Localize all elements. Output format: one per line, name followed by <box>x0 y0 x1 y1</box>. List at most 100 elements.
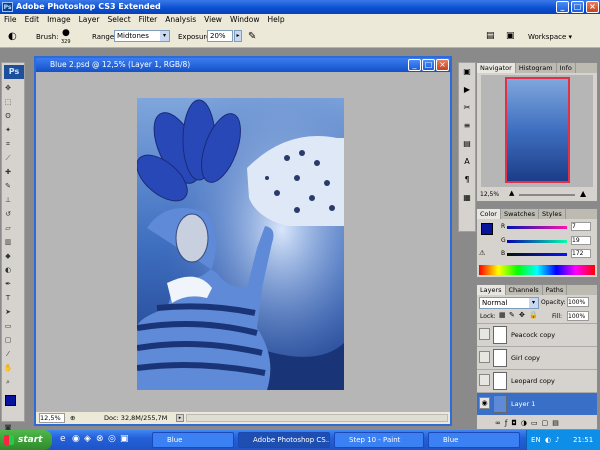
color-foreground-swatch[interactable] <box>481 223 493 235</box>
shape-tool-icon[interactable]: ▭ <box>3 321 13 331</box>
tray-icon[interactable]: ◐ <box>545 430 551 450</box>
red-value[interactable]: 7 <box>571 222 591 231</box>
camera-icon[interactable]: ▣ <box>506 31 515 41</box>
menu-layer[interactable]: Layer <box>75 14 104 26</box>
zoom-level-field[interactable]: 12,5% <box>39 413 65 423</box>
menu-analysis[interactable]: Analysis <box>161 14 200 26</box>
lock-pixels-icon[interactable]: ✎ <box>509 311 515 319</box>
quicklaunch-icon[interactable]: ◉ <box>72 434 80 444</box>
quicklaunch-icon[interactable]: ⊗ <box>96 434 104 444</box>
adjustment-layer-icon[interactable]: ◑ <box>521 419 531 427</box>
taskbar-task-button[interactable]: Adobe Photoshop CS... <box>238 432 330 448</box>
navigator-preview[interactable] <box>481 75 593 187</box>
gradient-tool-icon[interactable]: ▥ <box>3 237 13 247</box>
navigator-zoom-field[interactable]: 12,5% <box>480 191 499 198</box>
dodge-tool-icon[interactable]: ◐ <box>3 265 13 275</box>
blue-slider[interactable] <box>507 253 567 256</box>
brushes-icon[interactable]: ≡ <box>459 117 475 135</box>
layer-comps-icon[interactable]: ▦ <box>459 189 475 207</box>
workspace-menu[interactable]: Workspace ▾ <box>528 33 572 41</box>
layer-visibility-toggle[interactable] <box>479 328 490 340</box>
clone-source-icon[interactable]: ▤ <box>459 135 475 153</box>
menu-filter[interactable]: Filter <box>135 14 162 26</box>
tab-histogram[interactable]: Histogram <box>516 63 557 73</box>
artwork-image[interactable] <box>137 98 344 390</box>
layer-visibility-toggle[interactable] <box>479 351 490 363</box>
menu-select[interactable]: Select <box>104 14 135 26</box>
green-value[interactable]: 19 <box>571 236 591 245</box>
zoom-out-icon[interactable]: ▲ <box>509 189 514 197</box>
menu-window[interactable]: Window <box>226 14 264 26</box>
tab-swatches[interactable]: Swatches <box>501 209 540 219</box>
menu-help[interactable]: Help <box>264 14 289 26</box>
close-button[interactable]: × <box>586 1 599 13</box>
menu-view[interactable]: View <box>200 14 226 26</box>
quicklaunch-icon[interactable]: ◎ <box>108 434 116 444</box>
layer-visibility-toggle[interactable]: ◉ <box>479 397 490 409</box>
zoom-in-icon[interactable]: ▲ <box>580 189 586 198</box>
quicklaunch-icon[interactable]: ▣ <box>120 434 129 444</box>
layer-mask-icon[interactable]: ◘ <box>511 419 521 427</box>
tab-info[interactable]: Info <box>557 63 576 73</box>
healing-brush-icon[interactable]: ✚ <box>3 167 13 177</box>
maximize-button[interactable]: □ <box>571 1 584 13</box>
zoom-tool-icon[interactable]: ⌕ <box>3 377 13 387</box>
tab-layers[interactable]: Layers <box>477 285 506 295</box>
warning-icon[interactable]: ⚠ <box>479 249 485 257</box>
paragraph-icon[interactable]: ¶ <box>459 171 475 189</box>
pen-tool-icon[interactable]: ✒ <box>3 279 13 289</box>
airbrush-icon[interactable]: ✎ <box>248 31 256 42</box>
lock-all-icon[interactable]: 🔒 <box>529 311 538 319</box>
layer-row[interactable]: Girl copy <box>477 346 597 369</box>
brush-tool-icon[interactable]: ✎ <box>3 181 13 191</box>
taskbar-task-button[interactable]: Step 10 - Paint <box>334 432 424 448</box>
history-brush-icon[interactable]: ↺ <box>3 209 13 219</box>
volume-icon[interactable]: ♪ <box>555 430 559 450</box>
opacity-input[interactable]: 100% <box>567 297 589 307</box>
actions-icon[interactable]: ▶ <box>459 81 475 99</box>
start-button[interactable]: start <box>0 430 52 450</box>
status-menu-icon[interactable]: ⊕ <box>70 412 75 424</box>
file-browser-icon[interactable]: ▤ <box>486 31 495 41</box>
canvas-area[interactable] <box>36 72 450 412</box>
menu-edit[interactable]: Edit <box>21 14 44 26</box>
quicklaunch-icon[interactable]: ◈ <box>84 434 91 444</box>
blend-mode-select[interactable]: Normal ▾ <box>479 297 539 309</box>
dodge-tool-icon[interactable]: ◐ <box>8 31 17 42</box>
path-select-icon[interactable]: ➤ <box>3 307 13 317</box>
character-icon[interactable]: A <box>459 153 475 171</box>
layer-row[interactable]: Peacock copy <box>477 323 597 346</box>
blue-value[interactable]: 172 <box>571 249 591 258</box>
trash-icon[interactable]: ▤ <box>552 419 563 427</box>
hand-tool-icon[interactable]: ✋ <box>3 363 13 373</box>
lock-position-icon[interactable]: ✥ <box>519 311 525 319</box>
blur-tool-icon[interactable]: ◆ <box>3 251 13 261</box>
doc-minimize-button[interactable]: _ <box>408 59 421 71</box>
tool-presets-icon[interactable]: ✂ <box>459 99 475 117</box>
exposure-input[interactable]: 20% <box>207 30 233 42</box>
menu-image[interactable]: Image <box>43 14 75 26</box>
range-select[interactable]: Midtones ▾ <box>114 30 170 42</box>
doc-close-button[interactable]: × <box>436 59 449 71</box>
notes-tool-icon[interactable]: ▢ <box>3 335 13 345</box>
tab-navigator[interactable]: Navigator <box>477 63 516 73</box>
foreground-color-swatch[interactable] <box>5 395 16 406</box>
color-ramp[interactable] <box>479 265 595 275</box>
green-slider[interactable] <box>507 240 567 243</box>
new-group-icon[interactable]: ▭ <box>531 419 542 427</box>
eraser-tool-icon[interactable]: ▱ <box>3 223 13 233</box>
fill-input[interactable]: 100% <box>567 311 589 321</box>
lasso-tool-icon[interactable]: ʘ <box>3 111 13 121</box>
status-arrow-button[interactable]: ▸ <box>176 414 184 422</box>
eyedropper-icon[interactable]: ⁄ <box>3 349 13 359</box>
slice-tool-icon[interactable]: ⟋ <box>3 153 13 163</box>
lock-transparency-icon[interactable]: ▦ <box>499 311 506 319</box>
navigator-zoom-slider[interactable] <box>519 194 575 196</box>
doc-maximize-button[interactable]: □ <box>422 59 435 71</box>
quicklaunch-ie-icon[interactable]: e <box>60 434 66 444</box>
layer-visibility-toggle[interactable] <box>479 374 490 386</box>
magic-wand-icon[interactable]: ✦ <box>3 125 13 135</box>
crop-tool-icon[interactable]: ⌗ <box>3 139 13 149</box>
tab-paths[interactable]: Paths <box>543 285 568 295</box>
history-icon[interactable]: ▣ <box>459 63 475 81</box>
